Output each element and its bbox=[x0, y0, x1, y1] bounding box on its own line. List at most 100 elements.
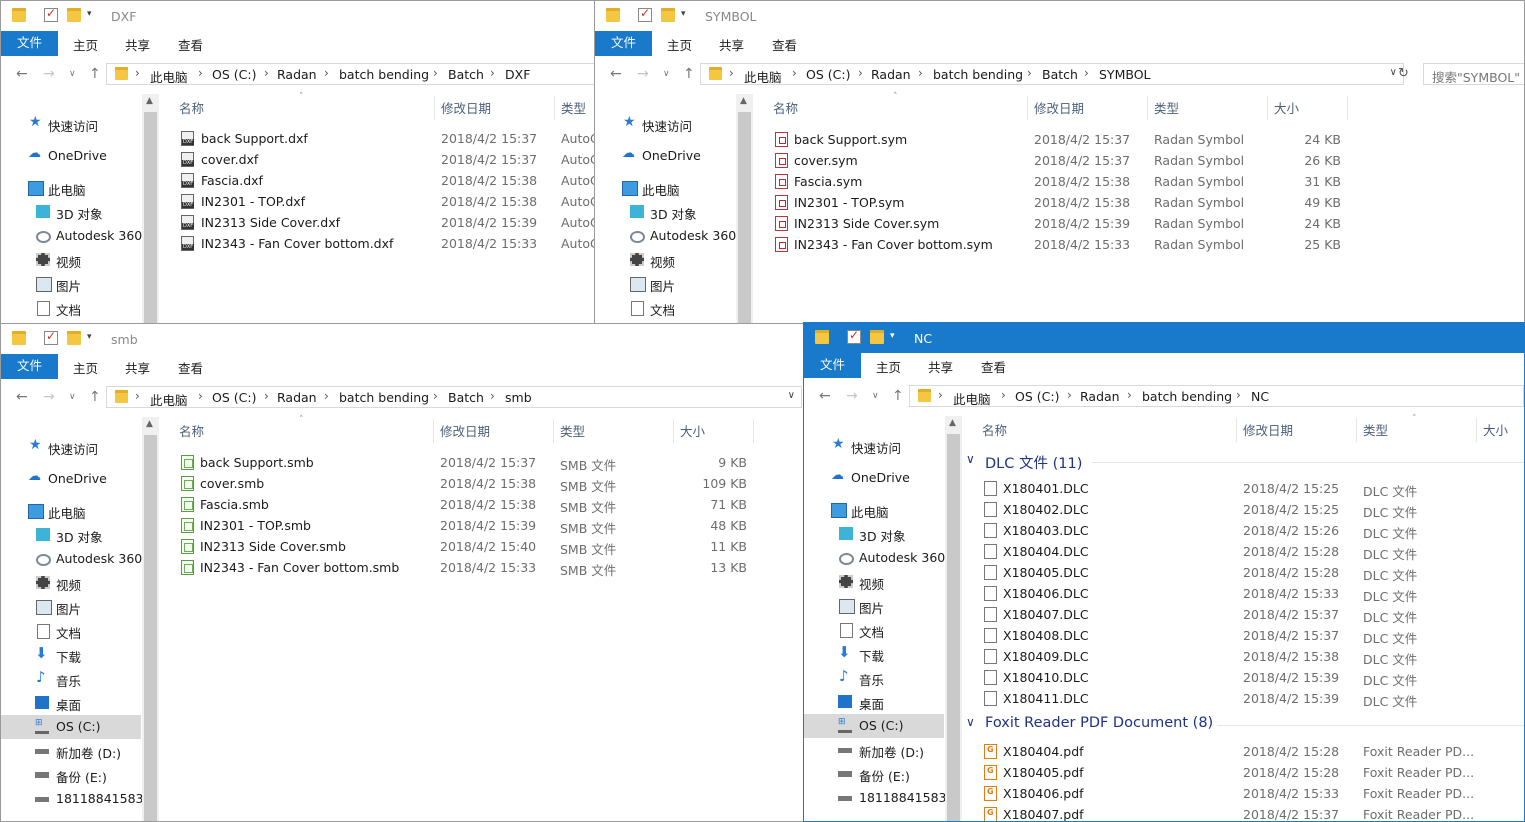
column-header-type[interactable]: 类型 bbox=[561, 98, 586, 117]
file-row[interactable]: X180405.pdf 2018/4/2 15:28 Foxit Reader PD… bbox=[962, 763, 1524, 784]
nav-autodesk-360[interactable]: Autodesk 360 bbox=[804, 546, 945, 570]
column-header-type[interactable]: 类型 bbox=[1154, 98, 1179, 117]
nav-documents[interactable]: 文档 bbox=[1, 619, 141, 643]
up-arrow-icon[interactable]: ↑ bbox=[683, 66, 695, 82]
file-row[interactable]: cover.smb 2018/4/2 15:38 SMB 文件 109 KB bbox=[159, 474, 804, 495]
forward-arrow-icon[interactable]: → bbox=[43, 389, 55, 405]
up-arrow-icon[interactable]: ↑ bbox=[89, 389, 101, 405]
column-divider[interactable] bbox=[434, 96, 435, 120]
group-header-pdf[interactable]: ∨ Foxit Reader PDF Document (8) bbox=[962, 713, 1524, 737]
nav-onedrive[interactable]: ☁ OneDrive bbox=[804, 466, 944, 490]
tab-home[interactable]: 主页 bbox=[73, 35, 98, 54]
back-arrow-icon[interactable]: ← bbox=[610, 66, 622, 82]
scroll-up-icon[interactable]: ▲ bbox=[949, 418, 956, 428]
nav-pictures[interactable]: 图片 bbox=[595, 272, 735, 296]
properties-icon[interactable] bbox=[847, 328, 861, 344]
file-row[interactable]: Fascia.dxf2018/4/2 15:38AutoC bbox=[159, 171, 599, 192]
column-divider[interactable] bbox=[1236, 418, 1237, 442]
new-folder-icon[interactable] bbox=[661, 8, 675, 22]
breadcrumb[interactable]: › 此电脑 › OS (C:) › Radan › batch bending … bbox=[700, 63, 1404, 85]
nav-this-pc[interactable]: 此电脑 bbox=[595, 176, 735, 200]
nav-quick-access[interactable]: ★ 快速访问 bbox=[595, 112, 735, 136]
file-row[interactable]: IN2313 Side Cover.sym 2018/4/2 15:39 Radan… bbox=[753, 214, 1524, 235]
crumb-radan[interactable]: Radan bbox=[871, 67, 911, 82]
file-row[interactable]: X180406.pdf 2018/4/2 15:33 Foxit Reader PD… bbox=[962, 784, 1524, 805]
file-row[interactable]: cover.sym 2018/4/2 15:37 Radan Symbol 26 KB bbox=[753, 151, 1524, 172]
column-divider[interactable] bbox=[753, 419, 754, 443]
file-row[interactable]: IN2301 - TOP.dxf2018/4/2 15:38AutoC bbox=[159, 192, 599, 213]
tab-view[interactable]: 查看 bbox=[178, 35, 203, 54]
file-row[interactable]: X180407.DLC2018/4/2 15:37DLC 文件1 bbox=[962, 605, 1524, 626]
column-header-date[interactable]: 修改日期 bbox=[440, 421, 490, 440]
nav-3d-objects[interactable]: 3D 对象 bbox=[1, 523, 141, 547]
column-header-type[interactable]: 类型 bbox=[560, 421, 585, 440]
file-row[interactable]: Fascia.smb 2018/4/2 15:38 SMB 文件 71 KB bbox=[159, 495, 804, 516]
up-arrow-icon[interactable]: ↑ bbox=[892, 388, 904, 404]
address-dropdown-icon[interactable]: ∨ bbox=[788, 390, 795, 401]
file-row[interactable]: X180404.DLC2018/4/2 15:28DLC 文件2 bbox=[962, 542, 1524, 563]
crumb-os-c[interactable]: OS (C:) bbox=[806, 67, 850, 82]
nav-music[interactable]: ♪ 音乐 bbox=[1, 667, 141, 691]
nav-this-pc[interactable]: 此电脑 bbox=[1, 176, 141, 200]
file-row[interactable]: IN2301 - TOP.sym 2018/4/2 15:38 Radan Symb… bbox=[753, 193, 1524, 214]
file-row[interactable]: cover.dxf2018/4/2 15:37AutoC bbox=[159, 150, 599, 171]
nav-autodesk-360[interactable]: Autodesk 360 bbox=[595, 224, 736, 248]
new-folder-icon[interactable] bbox=[67, 8, 81, 22]
scroll-thumb[interactable] bbox=[144, 112, 157, 329]
nav-onedrive[interactable]: ☁ OneDrive bbox=[595, 144, 735, 168]
scroll-up-icon[interactable]: ▲ bbox=[146, 96, 153, 106]
crumb-os-c[interactable]: OS (C:) bbox=[1015, 389, 1059, 404]
title-bar[interactable]: ▾ NC bbox=[804, 323, 1524, 353]
nav-videos[interactable]: 视频 bbox=[1, 571, 141, 595]
nav-videos[interactable]: 视频 bbox=[804, 570, 944, 594]
nav-documents[interactable]: 文档 bbox=[595, 296, 735, 320]
file-row[interactable]: X180401.DLC2018/4/2 15:25DLC 文件1 bbox=[962, 479, 1524, 500]
nav-documents[interactable]: 文档 bbox=[804, 618, 944, 642]
nav-documents[interactable]: 文档 bbox=[1, 296, 141, 320]
column-header-name[interactable]: 名称 bbox=[179, 421, 204, 440]
nav-desktop[interactable]: 桌面 bbox=[1, 691, 141, 715]
crumb-radan[interactable]: Radan bbox=[277, 390, 317, 405]
crumb-batch-bending[interactable]: batch bending bbox=[339, 390, 429, 405]
tab-file[interactable]: 文件 bbox=[595, 31, 652, 56]
column-header-name[interactable]: 名称 bbox=[179, 98, 204, 117]
quick-access-dropdown-icon[interactable]: ▾ bbox=[87, 332, 92, 342]
file-row[interactable]: Fascia.sym 2018/4/2 15:38 Radan Symbol 31 K… bbox=[753, 172, 1524, 193]
nav-videos[interactable]: 视频 bbox=[595, 248, 735, 272]
quick-access-dropdown-icon[interactable]: ▾ bbox=[87, 9, 92, 19]
back-arrow-icon[interactable]: ← bbox=[819, 388, 831, 404]
tab-view[interactable]: 查看 bbox=[178, 358, 203, 377]
refresh-icon[interactable]: ↻ bbox=[1398, 66, 1409, 81]
column-header-size[interactable]: 大小 bbox=[1483, 420, 1508, 439]
quick-access-dropdown-icon[interactable]: ▾ bbox=[681, 9, 686, 19]
crumb-this-pc[interactable]: 此电脑 bbox=[150, 67, 188, 86]
new-folder-icon[interactable] bbox=[67, 331, 81, 345]
nav-downloads[interactable]: ⬇ 下载 bbox=[1, 643, 141, 667]
nav-3d-objects[interactable]: 3D 对象 bbox=[804, 522, 944, 546]
file-row[interactable]: IN2313 Side Cover.dxf2018/4/2 15:39AutoC bbox=[159, 213, 599, 234]
column-divider[interactable] bbox=[1027, 96, 1028, 120]
search-input[interactable]: 搜索"SYMBOL" bbox=[1423, 63, 1524, 85]
nav-this-pc[interactable]: 此电脑 bbox=[1, 499, 141, 523]
tab-file[interactable]: 文件 bbox=[804, 353, 861, 378]
nav-phone[interactable]: 18118841583 ( bbox=[1, 787, 152, 811]
crumb-radan[interactable]: Radan bbox=[1080, 389, 1120, 404]
column-divider[interactable] bbox=[1356, 418, 1357, 442]
file-row[interactable]: IN2313 Side Cover.smb 2018/4/2 15:40 SMB 文… bbox=[159, 537, 804, 558]
crumb-this-pc[interactable]: 此电脑 bbox=[953, 389, 991, 408]
tab-share[interactable]: 共享 bbox=[928, 357, 953, 376]
column-header-date[interactable]: 修改日期 bbox=[441, 98, 491, 117]
title-bar[interactable]: ▾ DXF bbox=[1, 1, 599, 31]
nav-videos[interactable]: 视频 bbox=[1, 248, 141, 272]
crumb-batch[interactable]: Batch bbox=[1042, 67, 1078, 82]
nav-onedrive[interactable]: ☁ OneDrive bbox=[1, 144, 141, 168]
tab-share[interactable]: 共享 bbox=[125, 35, 150, 54]
column-header-type[interactable]: 类型 bbox=[1363, 420, 1388, 439]
tab-share[interactable]: 共享 bbox=[719, 35, 744, 54]
tab-file[interactable]: 文件 bbox=[1, 31, 58, 56]
nav-pictures[interactable]: 图片 bbox=[1, 595, 141, 619]
crumb-symbol[interactable]: SYMBOL bbox=[1099, 67, 1151, 82]
tab-view[interactable]: 查看 bbox=[981, 357, 1006, 376]
tab-home[interactable]: 主页 bbox=[667, 35, 692, 54]
file-row[interactable]: X180410.DLC2018/4/2 15:39DLC 文件1 bbox=[962, 668, 1524, 689]
